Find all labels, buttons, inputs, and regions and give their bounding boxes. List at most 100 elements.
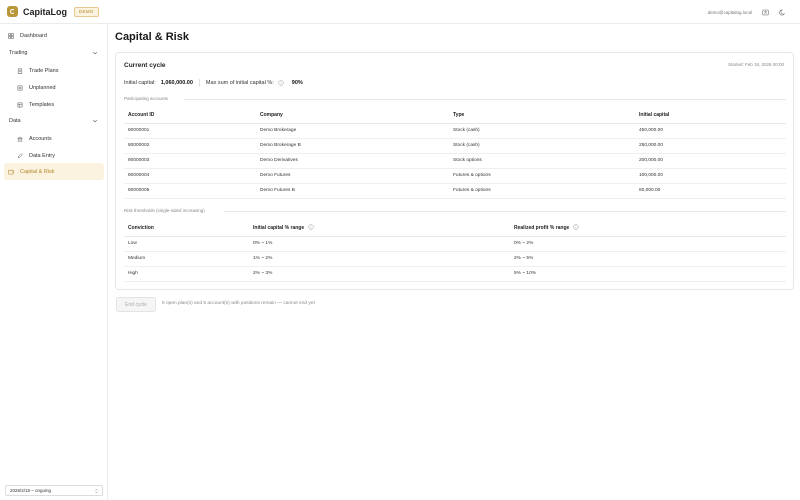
sidebar-item-label: Unplanned: [29, 84, 56, 91]
initial-capital-value: 1,060,000.00: [160, 80, 193, 86]
account-type: Stock options: [449, 153, 635, 169]
end-cycle-button[interactable]: End cycle: [116, 297, 156, 312]
table-row: Medium 1% ~ 2% 2% ~ 5%: [124, 251, 786, 267]
column-header: Initial capital: [635, 108, 786, 124]
account-id: 80000004: [124, 168, 256, 184]
realized-profit-range: 0% ~ 2%: [510, 236, 786, 252]
realized-profit-range: 5% ~ 10%: [510, 266, 786, 282]
table-row: High 2% ~ 3% 5% ~ 10%: [124, 266, 786, 282]
account-type: Futures & options: [449, 183, 635, 199]
account-id: 80000003: [124, 153, 256, 169]
initial-capital: 450,000.00: [635, 123, 786, 139]
participating-accounts-divider: Participating accounts: [124, 96, 786, 101]
column-header: Type: [449, 108, 635, 124]
table-header-row: Conviction Initial capital % range Reali…: [124, 221, 786, 237]
bank-icon: [17, 136, 23, 142]
sidebar-item-capital-risk[interactable]: Capital & Risk: [4, 163, 104, 180]
sidebar-group-data[interactable]: Data: [4, 114, 104, 128]
initial-capital: 60,000.00: [635, 183, 786, 199]
language-icon[interactable]: [762, 9, 769, 16]
current-cycle-card: Current cycle Started: Feb 18, 2026 00:0…: [115, 52, 794, 290]
sidebar-item-data-entry[interactable]: Data Entry: [4, 147, 104, 164]
chevron-down-icon: [92, 118, 98, 126]
sidebar-item-accounts[interactable]: Accounts: [4, 130, 104, 147]
column-header: Conviction: [124, 221, 249, 237]
sidebar-group-label: Trading: [9, 50, 28, 56]
end-cycle-note: 6 open plan(s) and 5 account(s) with pos…: [162, 301, 315, 306]
company: Demo Brokerage: [256, 123, 449, 139]
table-row: 80000005 Demo Futures B Futures & option…: [124, 183, 786, 199]
column-header: Company: [256, 108, 449, 124]
top-bar: CapitaLog DEMO demo@capitalog.local: [0, 0, 800, 24]
max-sum-value: 90%: [291, 80, 303, 86]
conviction-level: Medium: [124, 251, 249, 267]
info-icon[interactable]: [308, 224, 314, 232]
table-row: 80000003 Demo Derivatives Stock options …: [124, 153, 786, 169]
cycle-select-value: 2026/2/18 – ongoing: [10, 488, 52, 493]
section-label: Risk thresholds (single-sided increasing…: [124, 208, 205, 213]
table-row: 80000001 Demo Brokerage Stock (cash) 450…: [124, 123, 786, 139]
table-row: 80000004 Demo Futures Futures & options …: [124, 168, 786, 184]
risk-thresholds-table: Conviction Initial capital % range Reali…: [124, 221, 786, 282]
table-row: 80000002 Demo Brokerage B Stock (cash) 2…: [124, 138, 786, 154]
column-header-label: Realized profit % range: [514, 225, 570, 232]
table-header-row: Account ID Company Type Initial capital: [124, 108, 786, 124]
divider: [198, 79, 200, 87]
conviction-level: High: [124, 266, 249, 282]
sidebar-item-templates[interactable]: Templates: [4, 96, 104, 113]
select-arrows-icon: [94, 488, 99, 495]
account-id: 80000002: [124, 138, 256, 154]
company: Demo Brokerage B: [256, 138, 449, 154]
sidebar-item-unplanned[interactable]: Unplanned: [4, 79, 104, 96]
risk-thresholds-divider: Risk thresholds (single-sided increasing…: [124, 208, 786, 213]
company: Demo Derivatives: [256, 153, 449, 169]
column-header: Realized profit % range: [510, 221, 786, 237]
sidebar-group-trading[interactable]: Trading: [4, 46, 104, 60]
account-type: Stock (cash): [449, 138, 635, 154]
conviction-level: Low: [124, 236, 249, 252]
sidebar-item-label: Capital & Risk: [20, 168, 55, 175]
column-header: Account ID: [124, 108, 256, 124]
chevron-down-icon: [92, 50, 98, 58]
sidebar-item-label: Data Entry: [29, 152, 55, 159]
sidebar-item-label: Templates: [29, 101, 55, 108]
cycle-select[interactable]: 2026/2/18 – ongoing: [5, 485, 103, 496]
sidebar-group-label: Data: [9, 118, 21, 124]
edit-icon: [17, 152, 23, 159]
account-id: 80000005: [124, 183, 256, 199]
sidebar-item-dashboard[interactable]: Dashboard: [4, 27, 104, 44]
sidebar: Dashboard Trading Trade Plans Unplanned …: [0, 24, 108, 500]
initial-capital: 250,000.00: [635, 138, 786, 154]
max-sum-label: Max sum of initial capital %:: [205, 80, 274, 86]
user-email[interactable]: demo@capitalog.local: [708, 10, 752, 15]
wallet-icon: [8, 169, 14, 175]
company: Demo Futures B: [256, 183, 449, 199]
initial-capital-label: Initial capital:: [124, 80, 156, 86]
account-id: 80000001: [124, 123, 256, 139]
column-header: Initial capital % range: [249, 221, 510, 237]
initial-capital: 100,000.00: [635, 168, 786, 184]
sidebar-item-trade-plans[interactable]: Trade Plans: [4, 62, 104, 79]
logo-icon: [7, 6, 18, 17]
info-icon[interactable]: [573, 224, 579, 232]
column-header-label: Initial capital % range: [253, 225, 305, 232]
initial-capital-range: 1% ~ 2%: [249, 251, 510, 267]
sidebar-item-label: Dashboard: [20, 32, 47, 39]
dashboard-icon: [8, 32, 14, 39]
company: Demo Futures: [256, 168, 449, 184]
template-icon: [17, 102, 23, 108]
page-title: Capital & Risk: [115, 31, 189, 43]
clipboard-icon: [17, 68, 23, 74]
info-icon[interactable]: [278, 80, 284, 86]
account-type: Stock (cash): [449, 123, 635, 139]
account-type: Futures & options: [449, 168, 635, 184]
sidebar-item-label: Accounts: [29, 135, 52, 142]
initial-capital-range: 0% ~ 1%: [249, 236, 510, 252]
table-row: Low 0% ~ 1% 0% ~ 2%: [124, 236, 786, 252]
sidebar-item-label: Trade Plans: [29, 67, 59, 74]
card-title: Current cycle: [124, 62, 166, 69]
theme-toggle-icon[interactable]: [779, 9, 786, 16]
app-name: CapitaLog: [23, 6, 67, 17]
capital-summary: Initial capital: 1,060,000.00 Max sum of…: [124, 79, 303, 87]
realized-profit-range: 2% ~ 5%: [510, 251, 786, 267]
